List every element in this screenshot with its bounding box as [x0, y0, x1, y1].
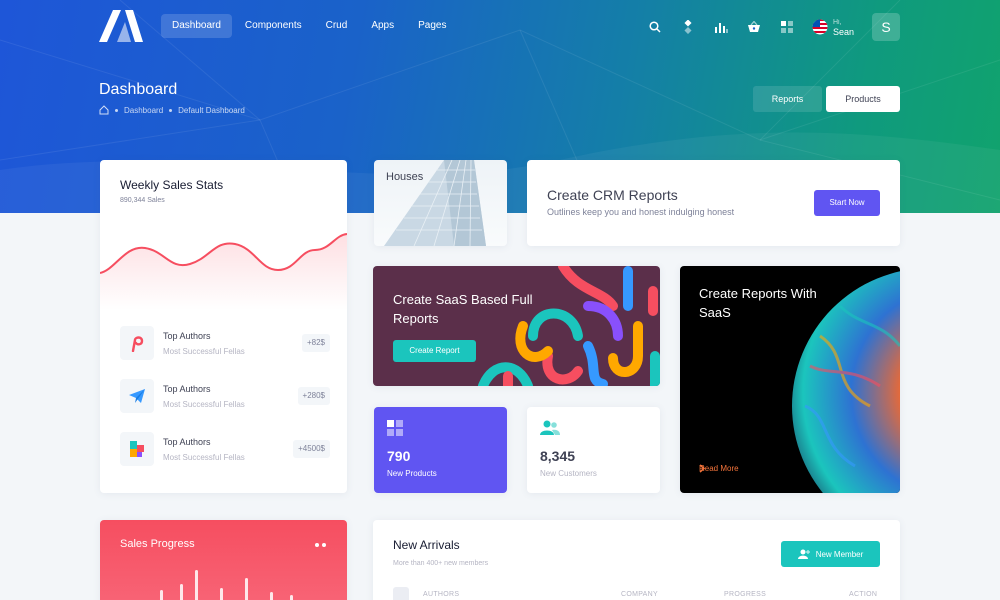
sales-sparkline [100, 233, 347, 310]
author-value: +280$ [297, 387, 330, 405]
author-value: +82$ [301, 334, 330, 352]
weekly-sales-subtitle: 890,344 Sales [120, 197, 165, 204]
weekly-sales-card: Weekly Sales Stats 890,344 Sales Top Aut… [100, 160, 347, 493]
avatar[interactable]: S [872, 13, 900, 41]
layers-icon[interactable] [671, 18, 704, 36]
nav-item-dashboard[interactable]: Dashboard [161, 14, 232, 38]
crm-title: Create CRM Reports [547, 187, 678, 203]
new-member-button[interactable]: New Member [781, 541, 880, 567]
houses-card[interactable]: Houses [374, 160, 507, 246]
space-reports-card: Create Reports With SaaS Read More [680, 266, 900, 493]
column-header-company[interactable]: COMPANY [621, 591, 658, 598]
list-item[interactable]: Top Authors Most Successful Fellas +280$ [120, 379, 330, 413]
read-more-link[interactable]: Read More [699, 464, 739, 473]
crm-reports-card: Create CRM Reports Outlines keep you and… [527, 160, 900, 246]
new-customers-label: New Customers [540, 469, 597, 478]
progress-bars-chart [160, 543, 326, 600]
crm-subtitle: Outlines keep you and honest indulging h… [547, 207, 735, 217]
new-products-label: New Products [387, 469, 437, 478]
houses-label: Houses [386, 171, 424, 183]
apps-grid-icon[interactable] [770, 18, 803, 36]
nav-item-apps[interactable]: Apps [360, 14, 405, 38]
menu-dots-icon[interactable] [315, 543, 326, 547]
breadcrumb-item-dashboard[interactable]: Dashboard [124, 106, 163, 115]
breadcrumb-separator [169, 108, 173, 112]
author-desc: Most Successful Fellas [163, 453, 245, 462]
saas-reports-card: Create SaaS Based Full Reports Create Re… [373, 266, 660, 386]
author-desc: Most Successful Fellas [163, 347, 245, 356]
space-title: Create Reports With SaaS [699, 286, 817, 320]
weekly-sales-title: Weekly Sales Stats [120, 178, 224, 192]
search-icon[interactable] [638, 18, 671, 36]
column-header-authors[interactable]: AUTHORS [423, 591, 459, 598]
chevron-right-icon [699, 464, 705, 473]
select-all-checkbox[interactable] [393, 587, 409, 600]
list-item[interactable]: Top Authors Most Successful Fellas +82$ [120, 326, 330, 360]
add-user-icon [797, 549, 810, 559]
start-now-button[interactable]: Start Now [814, 190, 880, 216]
breadcrumb-item-default-dashboard[interactable]: Default Dashboard [178, 106, 245, 115]
us-flag-icon[interactable] [803, 18, 836, 36]
new-member-label: New Member [815, 549, 864, 559]
pinterest-icon [120, 326, 154, 360]
products-button[interactable]: Products [826, 86, 900, 112]
column-header-action[interactable]: ACTION [849, 591, 877, 598]
main-nav: Dashboard Components Crud Apps Pages [161, 14, 457, 38]
new-products-count: 790 [387, 448, 411, 464]
user-greeting[interactable]: Hi, Sean [833, 19, 854, 37]
new-arrivals-card: New Arrivals More than 400+ new members … [373, 520, 900, 600]
top-navbar: Dashboard Components Crud Apps Pages Hi,… [0, 0, 1000, 53]
reports-button[interactable]: Reports [753, 86, 822, 112]
new-customers-count: 8,345 [540, 448, 576, 464]
topbar-icons [638, 18, 836, 36]
new-products-card[interactable]: 790 New Products [374, 407, 507, 493]
author-name: Top Authors [163, 384, 211, 394]
author-value: +4500$ [293, 440, 330, 458]
chart-bars-icon[interactable] [704, 18, 737, 36]
new-customers-card[interactable]: 8,345 New Customers [527, 407, 660, 493]
author-name: Top Authors [163, 437, 211, 447]
nav-item-crud[interactable]: Crud [315, 14, 359, 38]
new-arrivals-subtitle: More than 400+ new members [393, 560, 489, 567]
users-icon [540, 420, 560, 435]
nav-item-pages[interactable]: Pages [407, 14, 457, 38]
column-header-progress[interactable]: PROGRESS [724, 591, 766, 598]
brand-logo[interactable] [99, 10, 143, 42]
sales-progress-card: Sales Progress [100, 520, 347, 600]
breadcrumb-separator [115, 108, 118, 112]
home-icon[interactable] [99, 105, 109, 115]
breadcrumb: Dashboard Default Dashboard [99, 105, 245, 115]
author-name: Top Authors [163, 331, 211, 341]
telegram-icon [120, 379, 154, 413]
puzzle-icon [120, 432, 154, 466]
basket-icon[interactable] [737, 18, 770, 36]
create-report-button[interactable]: Create Report [393, 340, 476, 362]
page-title: Dashboard [99, 81, 178, 98]
saas-title: Create SaaS Based Full Reports [393, 292, 533, 326]
apps-grid-icon [387, 420, 403, 436]
list-item[interactable]: Top Authors Most Successful Fellas +4500… [120, 432, 330, 466]
new-arrivals-title: New Arrivals [393, 538, 460, 552]
user-name: Sean [833, 27, 855, 38]
author-desc: Most Successful Fellas [163, 400, 245, 409]
nav-item-components[interactable]: Components [234, 14, 313, 38]
greeting-text: Hi, [833, 19, 842, 26]
